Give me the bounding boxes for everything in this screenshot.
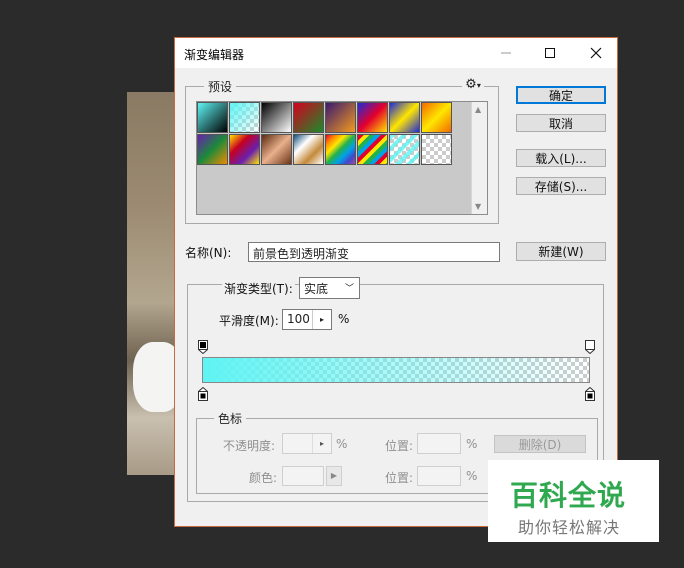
chevron-down-icon: ﹀ [344, 284, 354, 294]
preset-swatch[interactable] [389, 102, 420, 133]
gradient-type-select[interactable]: 实底 ﹀ [299, 277, 360, 299]
position-label: 位置: [385, 439, 414, 453]
stepper-arrow-icon[interactable]: ▸ [312, 434, 331, 453]
opacity-unit: % [336, 437, 348, 451]
save-button[interactable]: 存储(S)... [516, 177, 606, 195]
color-stop-left[interactable] [197, 386, 209, 401]
opacity-label: 不透明度: [223, 439, 276, 453]
preset-swatch[interactable] [357, 134, 388, 165]
minimize-icon[interactable] [483, 38, 529, 68]
position-input[interactable] [417, 433, 461, 454]
gear-icon[interactable]: ⚙▾ [462, 78, 484, 92]
cancel-button[interactable]: 取消 [516, 114, 606, 132]
smoothness-unit: % [338, 312, 350, 326]
color-label: 颜色: [249, 471, 278, 485]
preset-swatch[interactable] [325, 102, 356, 133]
gradient-type-value: 实底 [304, 281, 329, 296]
name-input[interactable]: 前景色到透明渐变 [248, 242, 500, 262]
preset-swatch[interactable] [229, 134, 260, 165]
preset-swatch[interactable] [293, 102, 324, 133]
position2-input[interactable] [417, 466, 461, 486]
preset-swatch[interactable] [229, 102, 260, 133]
preset-swatch[interactable] [293, 134, 324, 165]
preset-swatch[interactable] [389, 134, 420, 165]
preset-scrollbar[interactable]: ▲ ▼ [471, 102, 487, 214]
watermark-logo: 百科全说 助你轻松解决 [488, 460, 659, 542]
color-swatch-input[interactable] [282, 466, 324, 486]
preset-swatch[interactable] [261, 102, 292, 133]
opacity-input[interactable]: ▸ [282, 433, 332, 454]
watermark-subtitle: 助你轻松解决 [518, 518, 621, 537]
position2-unit: % [466, 469, 478, 483]
window-title: 渐变编辑器 [184, 48, 245, 62]
new-button[interactable]: 新建(W) [516, 242, 606, 261]
delete-button[interactable]: 删除(D) [494, 435, 586, 453]
preset-swatch[interactable] [261, 134, 292, 165]
scroll-down-icon[interactable]: ▼ [475, 202, 481, 211]
position2-label: 位置: [385, 471, 414, 485]
presets-legend: 预设 [204, 78, 237, 95]
preset-swatch[interactable] [421, 102, 452, 133]
stepper-arrow-icon[interactable]: ▸ [312, 310, 331, 329]
load-button[interactable]: 载入(L)... [516, 149, 606, 167]
smoothness-value: 100 [287, 312, 310, 326]
preset-swatch[interactable] [197, 134, 228, 165]
color-stop-right[interactable] [584, 386, 596, 401]
maximize-icon[interactable] [527, 38, 573, 68]
gradient-preview-bar[interactable] [202, 357, 590, 383]
smoothness-input[interactable]: 100 ▸ [282, 309, 332, 330]
gradient-fill [203, 358, 589, 382]
color-picker-arrow-icon[interactable]: ▶ [326, 466, 342, 486]
preset-swatch[interactable] [197, 102, 228, 133]
watermark-title: 百科全说 [510, 479, 627, 512]
opacity-stop-left[interactable] [197, 340, 209, 355]
scroll-up-icon[interactable]: ▲ [475, 105, 481, 114]
preset-swatch[interactable] [325, 134, 356, 165]
preset-swatch[interactable] [421, 134, 452, 165]
position-unit: % [466, 437, 478, 451]
name-label: 名称(N): [185, 246, 232, 260]
close-icon[interactable] [573, 38, 619, 68]
color-stops-legend: 色标 [214, 410, 247, 427]
preset-swatch-panel: ▲ ▼ [196, 101, 488, 215]
ok-button[interactable]: 确定 [516, 86, 606, 104]
smoothness-label: 平滑度(M): [219, 314, 279, 328]
preset-swatch[interactable] [357, 102, 388, 133]
title-bar: 渐变编辑器 [175, 38, 617, 68]
opacity-stop-right[interactable] [584, 340, 596, 355]
gradient-type-label: 渐变类型(T): [222, 280, 295, 297]
